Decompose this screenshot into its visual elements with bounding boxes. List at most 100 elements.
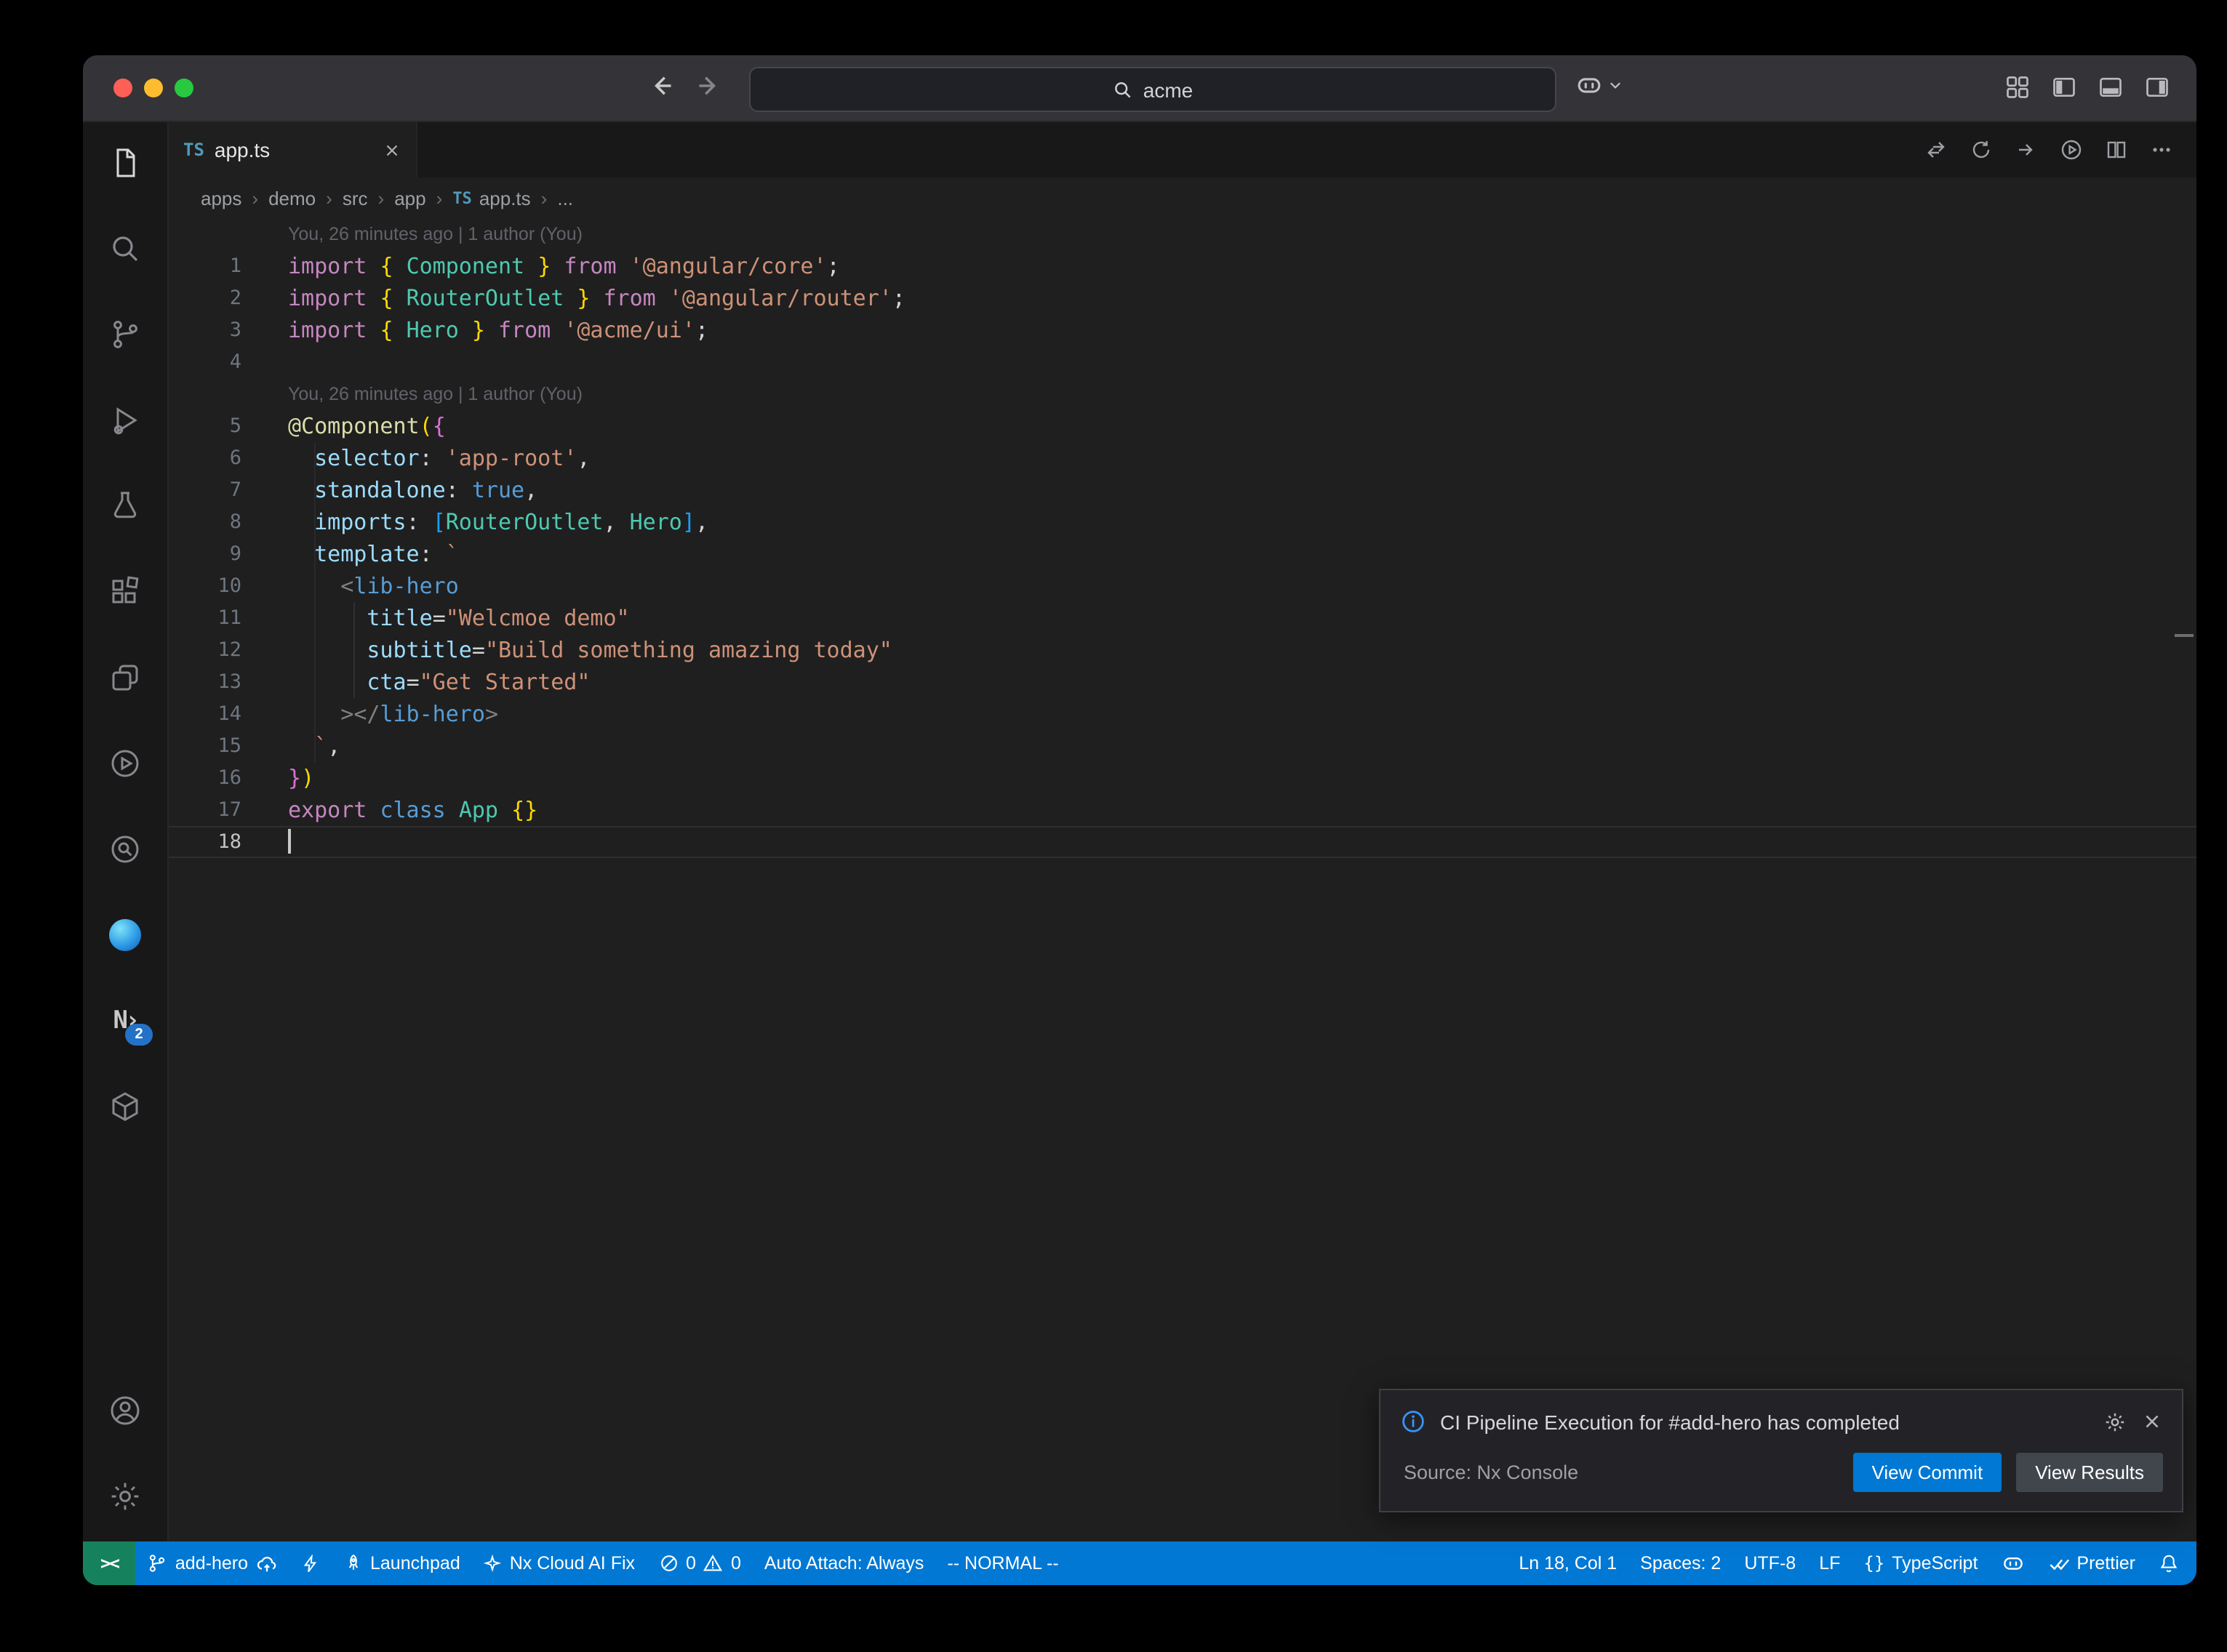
split-editor-icon[interactable]: [2105, 138, 2128, 161]
code-line-15[interactable]: 15 `,: [169, 730, 2196, 762]
cube-icon[interactable]: [108, 1089, 143, 1124]
open-changes-icon[interactable]: [1924, 138, 1948, 161]
cursor-position-indicator[interactable]: Ln 18, Col 1: [1507, 1541, 1628, 1585]
line-number[interactable]: 9: [169, 538, 241, 570]
line-number[interactable]: 2: [169, 282, 241, 314]
circle-search-icon[interactable]: [108, 832, 143, 867]
indentation-indicator[interactable]: Spaces: 2: [1628, 1541, 1732, 1585]
notification-close-icon[interactable]: [2141, 1411, 2163, 1432]
toggle-secondary-sidebar-icon[interactable]: [2144, 74, 2170, 100]
breadcrumb[interactable]: apps›demo›src›app›TSapp.ts›...: [169, 177, 2196, 218]
code-line-2[interactable]: 2import { RouterOutlet } from '@angular/…: [169, 282, 2196, 314]
branch-indicator[interactable]: add-hero: [136, 1541, 289, 1585]
circle-play-icon[interactable]: [108, 746, 143, 781]
line-number[interactable]: 3: [169, 314, 241, 346]
settings-gear-icon[interactable]: [108, 1479, 143, 1514]
line-number[interactable]: [169, 218, 241, 250]
line-number[interactable]: 13: [169, 666, 241, 698]
breadcrumb-item-apps[interactable]: apps: [201, 187, 241, 209]
line-number[interactable]: 6: [169, 442, 241, 474]
close-tab-icon[interactable]: [383, 140, 401, 159]
line-number[interactable]: 10: [169, 570, 241, 602]
accounts-icon[interactable]: [108, 1393, 143, 1428]
launchpad-indicator[interactable]: Launchpad: [331, 1541, 472, 1585]
line-number[interactable]: [169, 378, 241, 410]
code-line-8[interactable]: 8 imports: [RouterOutlet, Hero],: [169, 506, 2196, 538]
view-commit-button[interactable]: View Commit: [1853, 1453, 2002, 1492]
code-line-11[interactable]: 11 title="Welcmoe demo": [169, 602, 2196, 634]
line-number[interactable]: 8: [169, 506, 241, 538]
blame-annotation-row[interactable]: You, 26 minutes ago | 1 author (You): [169, 218, 2196, 250]
more-actions-icon[interactable]: [2150, 138, 2173, 161]
line-number[interactable]: 5: [169, 410, 241, 442]
customize-layout-icon[interactable]: [2004, 74, 2031, 100]
toggle-primary-sidebar-icon[interactable]: [2051, 74, 2077, 100]
line-number[interactable]: 1: [169, 250, 241, 282]
line-number[interactable]: 15: [169, 730, 241, 762]
notification-settings-gear-icon[interactable]: [2103, 1410, 2127, 1433]
nx-cloud-indicator[interactable]: Nx Cloud AI Fix: [472, 1541, 647, 1585]
refresh-icon[interactable]: [1970, 138, 1993, 161]
line-number[interactable]: 16: [169, 762, 241, 794]
code-line-4[interactable]: 4: [169, 346, 2196, 378]
stacked-windows-icon[interactable]: [108, 660, 143, 695]
notifications-bell[interactable]: [2147, 1541, 2191, 1585]
code-line-5[interactable]: 5@Component({: [169, 410, 2196, 442]
forward-arrow-icon[interactable]: [694, 71, 723, 100]
line-number[interactable]: 14: [169, 698, 241, 730]
code-line-3[interactable]: 3import { Hero } from '@acme/ui';: [169, 314, 2196, 346]
back-arrow-icon[interactable]: [647, 71, 676, 100]
auto-attach-indicator[interactable]: Auto Attach: Always: [753, 1541, 936, 1585]
toggle-panel-icon[interactable]: [2098, 74, 2124, 100]
code-line-18[interactable]: 18: [169, 826, 2196, 858]
line-number[interactable]: 11: [169, 602, 241, 634]
formatter-indicator[interactable]: Prettier: [2036, 1541, 2147, 1585]
code-editor[interactable]: You, 26 minutes ago | 1 author (You)1imp…: [169, 218, 2196, 1541]
line-number[interactable]: 7: [169, 474, 241, 506]
breadcrumb-item-app[interactable]: app: [394, 187, 425, 209]
close-window-button[interactable]: [113, 79, 132, 97]
code-line-10[interactable]: 10 <lib-hero: [169, 570, 2196, 602]
code-line-6[interactable]: 6 selector: 'app-root',: [169, 442, 2196, 474]
copilot-menu[interactable]: [1575, 71, 1623, 99]
search-box[interactable]: acme: [749, 67, 1556, 112]
source-control-icon[interactable]: [108, 317, 143, 352]
extensions-icon[interactable]: [108, 574, 143, 609]
remote-indicator[interactable]: ><: [83, 1541, 136, 1585]
run-file-icon[interactable]: [2060, 138, 2083, 161]
encoding-indicator[interactable]: UTF-8: [1732, 1541, 1807, 1585]
breadcrumb-item-demo[interactable]: demo: [268, 187, 316, 209]
code-line-12[interactable]: 12 subtitle="Build something amazing tod…: [169, 634, 2196, 666]
run-and-debug-icon[interactable]: [108, 403, 143, 438]
breadcrumb-item--[interactable]: ...: [557, 187, 573, 209]
testing-icon[interactable]: [108, 489, 143, 524]
minimize-window-button[interactable]: [144, 79, 163, 97]
vim-mode-indicator[interactable]: -- NORMAL --: [935, 1541, 1070, 1585]
eol-indicator[interactable]: LF: [1807, 1541, 1852, 1585]
copilot-status-indicator[interactable]: [1989, 1541, 2036, 1585]
edge-devtools-icon[interactable]: [108, 918, 143, 953]
line-number[interactable]: 18: [169, 826, 241, 858]
code-line-9[interactable]: 9 template: `: [169, 538, 2196, 570]
tab-app-ts[interactable]: TS app.ts: [169, 122, 417, 177]
language-mode-indicator[interactable]: {} TypeScript: [1852, 1541, 1989, 1585]
line-number[interactable]: 4: [169, 346, 241, 378]
line-number[interactable]: 12: [169, 634, 241, 666]
code-line-16[interactable]: 16}): [169, 762, 2196, 794]
view-results-button[interactable]: View Results: [2016, 1453, 2163, 1492]
blame-annotation-row[interactable]: You, 26 minutes ago | 1 author (You): [169, 378, 2196, 410]
code-line-13[interactable]: 13 cta="Get Started": [169, 666, 2196, 698]
code-line-14[interactable]: 14 ></lib-hero>: [169, 698, 2196, 730]
problems-indicator[interactable]: 0 0: [647, 1541, 753, 1585]
maximize-window-button[interactable]: [175, 79, 193, 97]
breadcrumb-item-src[interactable]: src: [343, 187, 368, 209]
nx-console-icon[interactable]: N› 2: [108, 1003, 143, 1038]
code-line-7[interactable]: 7 standalone: true,: [169, 474, 2196, 506]
open-preview-icon[interactable]: [2015, 138, 2038, 161]
breadcrumb-item-app-ts[interactable]: TSapp.ts: [452, 187, 530, 209]
zap-indicator[interactable]: [289, 1541, 331, 1585]
code-line-17[interactable]: 17export class App {}: [169, 794, 2196, 826]
explorer-icon[interactable]: [108, 145, 143, 180]
line-number[interactable]: 17: [169, 794, 241, 826]
code-line-1[interactable]: 1import { Component } from '@angular/cor…: [169, 250, 2196, 282]
